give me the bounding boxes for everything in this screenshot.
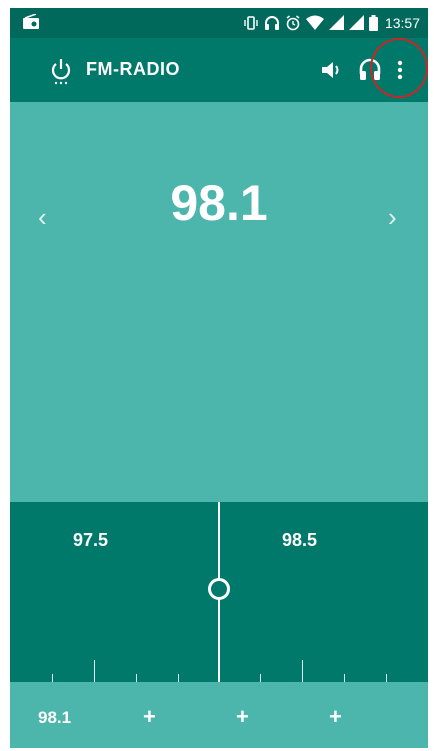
power-icon[interactable] [50,58,72,86]
tuner-tick [302,660,303,682]
tuner-tick [344,674,345,682]
phone-screen: 13:57 FM-RADIO ‹ 98.1 › 97.5 98.5 98.1 +… [10,8,428,748]
add-favorite-button[interactable]: + [143,704,156,730]
tuner-tick [94,660,95,682]
next-station-button[interactable]: › [388,202,397,233]
favorite-station[interactable]: 98.1 [38,708,71,728]
add-favorite-button[interactable]: + [329,704,342,730]
status-bar: 13:57 [10,8,428,38]
tuner-dial[interactable]: 97.5 98.5 [10,502,428,682]
add-favorite-button[interactable]: + [236,704,249,730]
status-icons: 13:57 [243,13,420,33]
headphone-icon [264,16,279,30]
signal-icon [328,15,344,30]
favorites-bar: 98.1 + + + [10,682,428,748]
frequency-area: ‹ 98.1 › [10,102,428,502]
battery-icon [368,15,378,31]
wifi-icon [305,15,324,30]
annotation-circle [370,38,428,98]
radio-icon [23,14,39,29]
alarm-icon [286,15,300,31]
tuner-label: 97.5 [73,530,109,550]
app-title: FM-RADIO [86,59,180,79]
current-frequency: 98.1 [170,175,268,231]
signal-icon [348,15,364,30]
tuner-label: 98.5 [282,530,318,550]
status-time: 13:57 [384,15,420,31]
tuner-tick [386,674,387,682]
speaker-icon[interactable] [320,58,344,82]
tuner-tick [136,674,137,682]
tuner-tick [260,674,261,682]
tuner-tick [52,674,53,682]
tuner-knob[interactable] [208,578,230,600]
tuner-tick [178,674,179,682]
vibrate-icon [244,16,258,30]
app-toolbar: FM-RADIO [10,38,428,102]
